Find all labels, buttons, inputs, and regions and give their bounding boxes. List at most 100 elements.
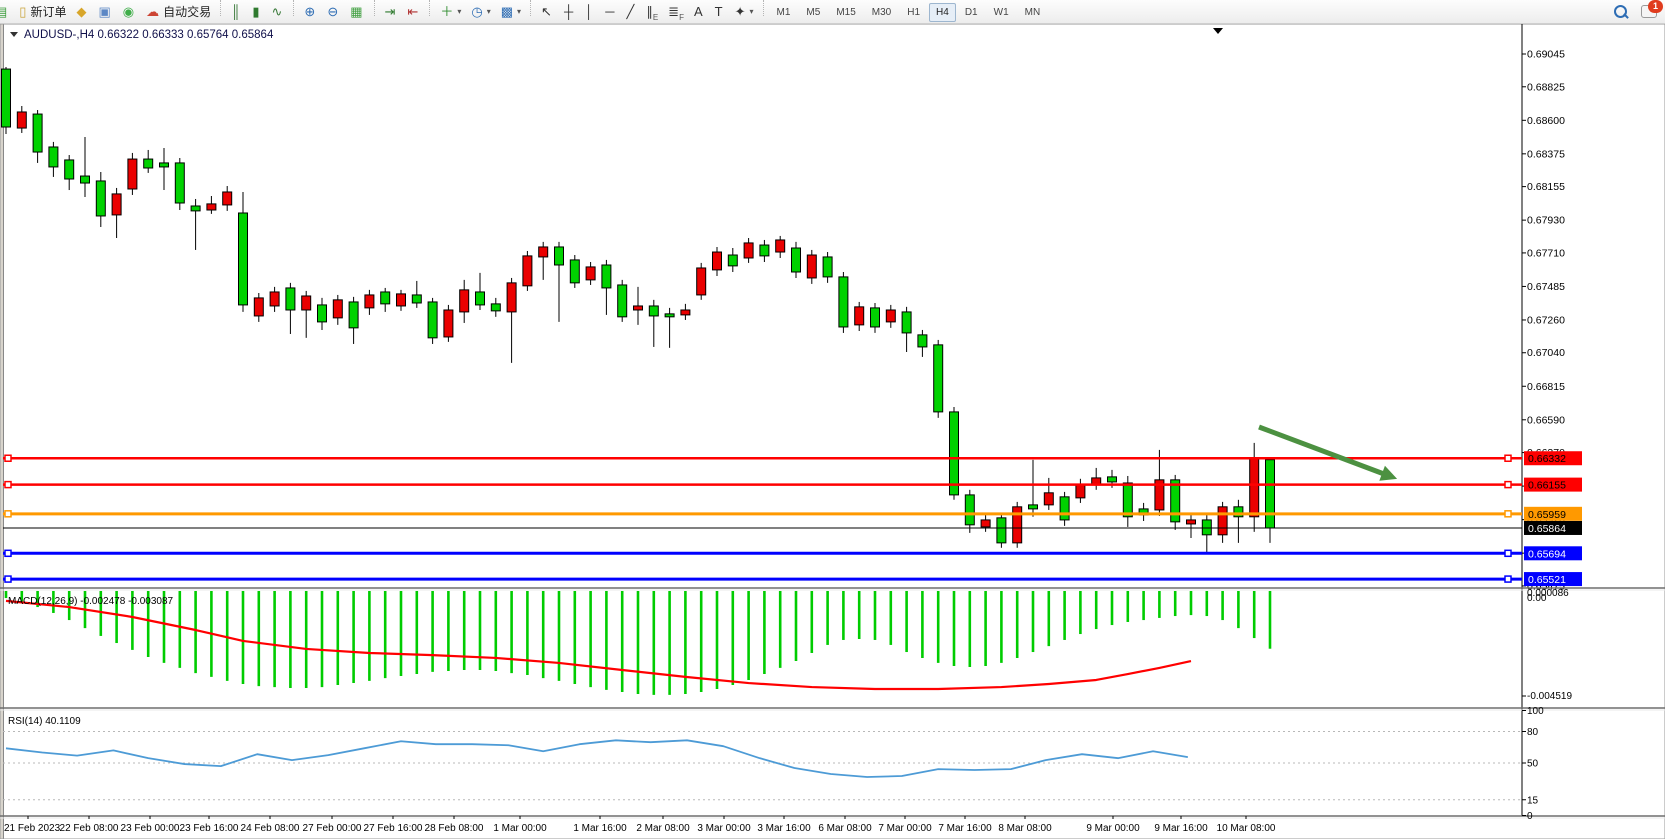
- arrows-shapes-icon: ✦: [735, 5, 746, 18]
- rsi-axis-label: 50: [1527, 759, 1539, 770]
- time-tick-label: 3 Mar 00:00: [697, 823, 751, 834]
- candle-body: [807, 255, 816, 278]
- chart-window[interactable]: 0.690450.688250.686000.683750.681550.679…: [0, 24, 1665, 839]
- price-tick-label: 0.66815: [1527, 381, 1565, 393]
- zoom-out-button[interactable]: ⊖: [323, 1, 344, 23]
- signals-button[interactable]: ◉: [119, 1, 140, 23]
- candle-body: [128, 159, 137, 189]
- signal-icon: ◉: [123, 5, 134, 18]
- fibonacci-button[interactable]: ≣F: [664, 1, 688, 23]
- price-tick-label: 0.66590: [1527, 414, 1565, 426]
- candle-body: [1171, 480, 1180, 522]
- candle-body: [997, 518, 1006, 543]
- candle-body: [333, 300, 342, 318]
- resistance-line-1-handle-left[interactable]: [5, 455, 11, 461]
- time-tick-label: 1 Mar 16:00: [573, 823, 627, 834]
- chart-shift-button[interactable]: ⇥: [381, 1, 402, 23]
- support-line-2-handle-right[interactable]: [1505, 576, 1511, 582]
- text-label-button[interactable]: T: [711, 1, 729, 23]
- tile-windows-button[interactable]: ▦: [346, 1, 368, 23]
- timeframe-m1[interactable]: M1: [770, 3, 798, 22]
- trendline-button[interactable]: ╱: [623, 1, 641, 23]
- time-axis[interactable]: 21 Feb 202322 Feb 08:0023 Feb 00:0023 Fe…: [4, 816, 1276, 834]
- annotations-layer: [1259, 427, 1397, 481]
- zoom-in-button[interactable]: ⊕: [300, 1, 321, 23]
- pivot-line-handle-right[interactable]: [1505, 511, 1511, 517]
- vline-button[interactable]: │: [581, 1, 599, 23]
- support-line-2-handle-left[interactable]: [5, 576, 11, 582]
- timeframe-m15[interactable]: M15: [829, 3, 862, 22]
- gold-bars-button[interactable]: ◆: [72, 1, 92, 23]
- arrows-button[interactable]: ✦▾: [731, 1, 758, 23]
- rsi-label: RSI(14) 40.1109: [8, 716, 81, 727]
- channel-button[interactable]: ∥E: [642, 1, 662, 23]
- tile-windows-icon: ▦: [350, 5, 362, 18]
- template-icon: ▩: [501, 5, 513, 18]
- timeframe-h1[interactable]: H1: [900, 3, 927, 22]
- timeframe-w1[interactable]: W1: [987, 3, 1016, 22]
- chart-title: AUDUSD-,H4 0.66322 0.66333 0.65764 0.658…: [10, 29, 274, 41]
- candle-body: [476, 292, 485, 305]
- time-tick-label: 24 Feb 08:00: [241, 823, 300, 834]
- search-icon[interactable]: [1614, 5, 1627, 18]
- templates-button[interactable]: ▩▾: [497, 1, 525, 23]
- chart-window-clipped-button[interactable]: ▤: [0, 1, 13, 23]
- new-order-button[interactable]: ▯新订单: [15, 1, 70, 23]
- timeframe-d1[interactable]: D1: [958, 3, 985, 22]
- resistance-line-2-handle-right[interactable]: [1505, 482, 1511, 488]
- line-chart-button[interactable]: ∿: [268, 1, 289, 23]
- candle-body: [523, 256, 532, 286]
- candle-body: [223, 192, 232, 205]
- toolbar-right: 1: [1614, 5, 1657, 18]
- candle-body: [586, 267, 595, 280]
- equidistant-channel-icon-sub: E: [653, 13, 658, 22]
- market-watch-button[interactable]: ▣: [94, 1, 116, 23]
- timeframe-mn[interactable]: MN: [1018, 3, 1048, 22]
- candle-body: [776, 240, 785, 252]
- candle-body: [144, 159, 153, 168]
- resistance-line-1-handle-right[interactable]: [1505, 455, 1511, 461]
- candle-body: [33, 114, 42, 152]
- candle-body: [349, 302, 358, 328]
- chart-shift-icon: ⇥: [385, 5, 396, 18]
- candle-body: [49, 147, 58, 167]
- candle-body: [318, 305, 327, 322]
- timeframe-m5[interactable]: M5: [799, 3, 827, 22]
- time-tick-label: 1 Mar 00:00: [493, 823, 547, 834]
- candle-body: [1187, 520, 1196, 524]
- down-trend-arrow[interactable]: [1259, 427, 1384, 474]
- chevron-down-icon: ▾: [750, 7, 754, 16]
- bars-chart-button[interactable]: ║: [227, 1, 246, 23]
- price-tick-label: 0.67260: [1527, 314, 1565, 326]
- chevron-down-icon: ▾: [487, 7, 491, 16]
- resistance-line-1-badge-label: 0.66332: [1528, 453, 1566, 465]
- price-tick-label: 0.68155: [1527, 181, 1565, 193]
- support-line-1-badge-label: 0.65694: [1528, 548, 1566, 560]
- crosshair-button[interactable]: ┼: [560, 1, 579, 23]
- new-chart-button[interactable]: ＋▾: [436, 1, 465, 23]
- candles-chart-button[interactable]: ▮: [248, 1, 265, 23]
- hline-button[interactable]: ─: [601, 1, 620, 23]
- support-line-1-handle-left[interactable]: [5, 550, 11, 556]
- time-tick-label: 27 Feb 00:00: [303, 823, 362, 834]
- chevron-down-icon: ▾: [457, 7, 461, 16]
- support-line-1-handle-right[interactable]: [1505, 550, 1511, 556]
- resistance-line-2-handle-left[interactable]: [5, 482, 11, 488]
- timeframe-m30[interactable]: M30: [865, 3, 898, 22]
- auto-scroll-button[interactable]: ⇤: [403, 1, 424, 23]
- text-button[interactable]: A: [690, 1, 709, 23]
- candle-body: [1266, 460, 1275, 528]
- fibonacci-icon: ≣: [668, 5, 679, 18]
- autotrade-label: 自动交易: [163, 3, 211, 20]
- chart-dropdown-icon[interactable]: [10, 32, 18, 37]
- autotrade-button[interactable]: ☁自动交易: [142, 1, 215, 23]
- periods-button[interactable]: ◷▾: [467, 1, 494, 23]
- pivot-line-handle-left[interactable]: [5, 511, 11, 517]
- cursor-button[interactable]: ↖: [537, 1, 558, 23]
- time-tick-label: 2 Mar 08:00: [636, 823, 690, 834]
- time-tick-label: 22 Feb 08:00: [60, 823, 119, 834]
- notifications-icon[interactable]: 1: [1641, 5, 1657, 18]
- timeframe-h4[interactable]: H4: [929, 3, 956, 22]
- candle-body: [618, 285, 627, 317]
- time-tick-label: 10 Mar 08:00: [1217, 823, 1276, 834]
